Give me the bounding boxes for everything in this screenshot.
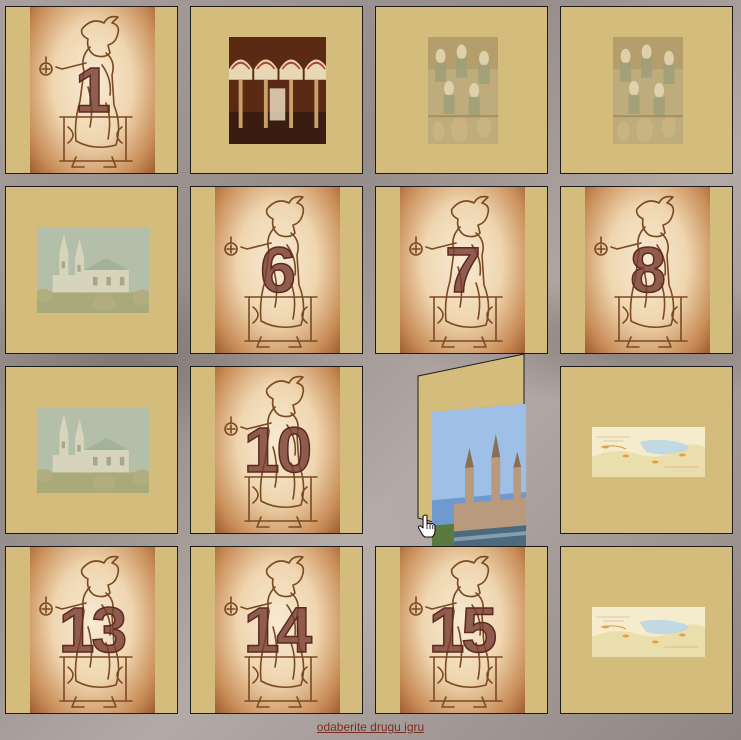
memory-card-14[interactable]: 14: [190, 546, 363, 714]
memory-card-10[interactable]: 10: [190, 366, 363, 534]
choose-another-game-link[interactable]: odaberite drugu igru: [0, 720, 741, 734]
card-number: 15: [428, 593, 498, 667]
memory-card-8[interactable]: 8: [560, 186, 733, 354]
card-number: 6: [259, 233, 296, 307]
memory-card-3[interactable]: [375, 6, 548, 174]
card-number: 10: [243, 413, 313, 487]
memory-card-6[interactable]: 6: [190, 186, 363, 354]
memory-card-12[interactable]: [560, 366, 733, 534]
memory-card-5[interactable]: [5, 186, 178, 354]
memory-card-16[interactable]: [560, 546, 733, 714]
card-number: 1: [74, 53, 111, 127]
old-map-image: [592, 427, 705, 477]
memory-card-4[interactable]: [560, 6, 733, 174]
card-number: 14: [243, 593, 313, 667]
memory-card-13[interactable]: 13: [5, 546, 178, 714]
card-number: 13: [58, 593, 128, 667]
memory-card-1[interactable]: 1: [5, 6, 178, 174]
card-number: 8: [629, 233, 666, 307]
mosque-arches-photo: [229, 37, 326, 144]
memory-game-board: 1 6 7 8 10 13 14 15 odaberite drugu igru: [0, 0, 741, 740]
medieval-miniature-photo: [428, 37, 498, 144]
old-map-image: [592, 607, 705, 657]
gothic-cathedral-photo: [37, 407, 149, 493]
medieval-miniature-photo: [613, 37, 683, 144]
memory-card-9[interactable]: [5, 366, 178, 534]
hand-pointer-icon: [417, 514, 436, 538]
gothic-cathedral-photo: [37, 227, 149, 313]
memory-card-7[interactable]: 7: [375, 186, 548, 354]
memory-card-2[interactable]: [190, 6, 363, 174]
card-number: 7: [444, 233, 481, 307]
memory-card-15[interactable]: 15: [375, 546, 548, 714]
